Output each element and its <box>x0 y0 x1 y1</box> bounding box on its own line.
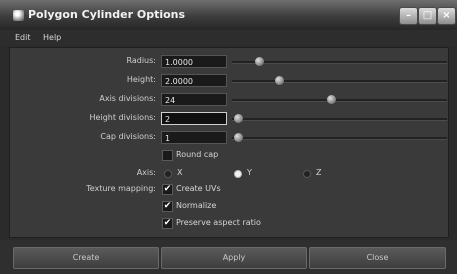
axis-divisions-label: Axis divisions: <box>99 94 156 103</box>
radius-slider[interactable] <box>232 61 447 64</box>
preserve-aspect-ratio-label: Preserve aspect ratio <box>176 218 261 227</box>
axis-x-label: X <box>177 168 183 177</box>
title-bar[interactable]: Polygon Cylinder Options – □ × <box>0 0 457 30</box>
height-divisions-slider-handle[interactable] <box>234 114 243 123</box>
apply-button[interactable]: Apply <box>161 247 307 269</box>
axis-z-label: Z <box>316 168 322 177</box>
window-title: Polygon Cylinder Options <box>28 8 186 21</box>
menu-edit[interactable]: Edit <box>15 33 31 42</box>
normalize-label: Normalize <box>176 201 217 210</box>
cap-divisions-field[interactable]: 1 <box>161 131 227 144</box>
cap-divisions-label: Cap divisions: <box>100 132 156 141</box>
menu-bar: Edit Help <box>0 30 457 46</box>
texture-mapping-label: Texture mapping: <box>86 184 156 193</box>
radius-field[interactable]: 1.0000 <box>161 55 227 68</box>
options-panel <box>9 47 449 238</box>
height-divisions-slider[interactable] <box>232 118 447 121</box>
close-button[interactable]: Close <box>309 247 446 269</box>
round-cap-label: Round cap <box>176 150 219 159</box>
close-icon[interactable]: × <box>437 7 456 25</box>
axis-divisions-slider-handle[interactable] <box>326 95 336 104</box>
axis-y-radio[interactable] <box>234 170 242 178</box>
radius-slider-handle[interactable] <box>254 57 264 66</box>
radius-label: Radius: <box>126 56 156 65</box>
height-divisions-field[interactable]: 2 <box>161 112 227 125</box>
create-uvs-checkbox[interactable]: ✔ <box>162 184 173 195</box>
app-icon <box>13 10 24 21</box>
create-uvs-label: Create UVs <box>176 184 221 193</box>
preserve-aspect-ratio-checkbox[interactable]: ✔ <box>162 218 173 229</box>
height-divisions-label: Height divisions: <box>89 113 156 122</box>
cap-divisions-slider-handle[interactable] <box>234 133 243 142</box>
minimize-icon[interactable]: – <box>399 7 418 25</box>
maximize-icon[interactable]: □ <box>418 7 437 25</box>
normalize-checkbox[interactable]: ✔ <box>162 201 173 212</box>
axis-z-radio[interactable] <box>303 170 311 178</box>
create-button[interactable]: Create <box>13 247 159 269</box>
height-slider[interactable] <box>232 80 447 83</box>
round-cap-checkbox[interactable] <box>162 150 173 161</box>
cap-divisions-slider[interactable] <box>232 137 447 140</box>
axis-label: Axis: <box>136 168 156 177</box>
axis-divisions-field[interactable]: 24 <box>161 93 227 106</box>
height-label: Height: <box>126 75 156 84</box>
menu-help[interactable]: Help <box>43 33 61 42</box>
axis-y-label: Y <box>247 168 252 177</box>
axis-x-radio[interactable] <box>164 170 172 178</box>
axis-divisions-slider[interactable] <box>232 99 447 102</box>
height-field[interactable]: 2.0000 <box>161 74 227 87</box>
